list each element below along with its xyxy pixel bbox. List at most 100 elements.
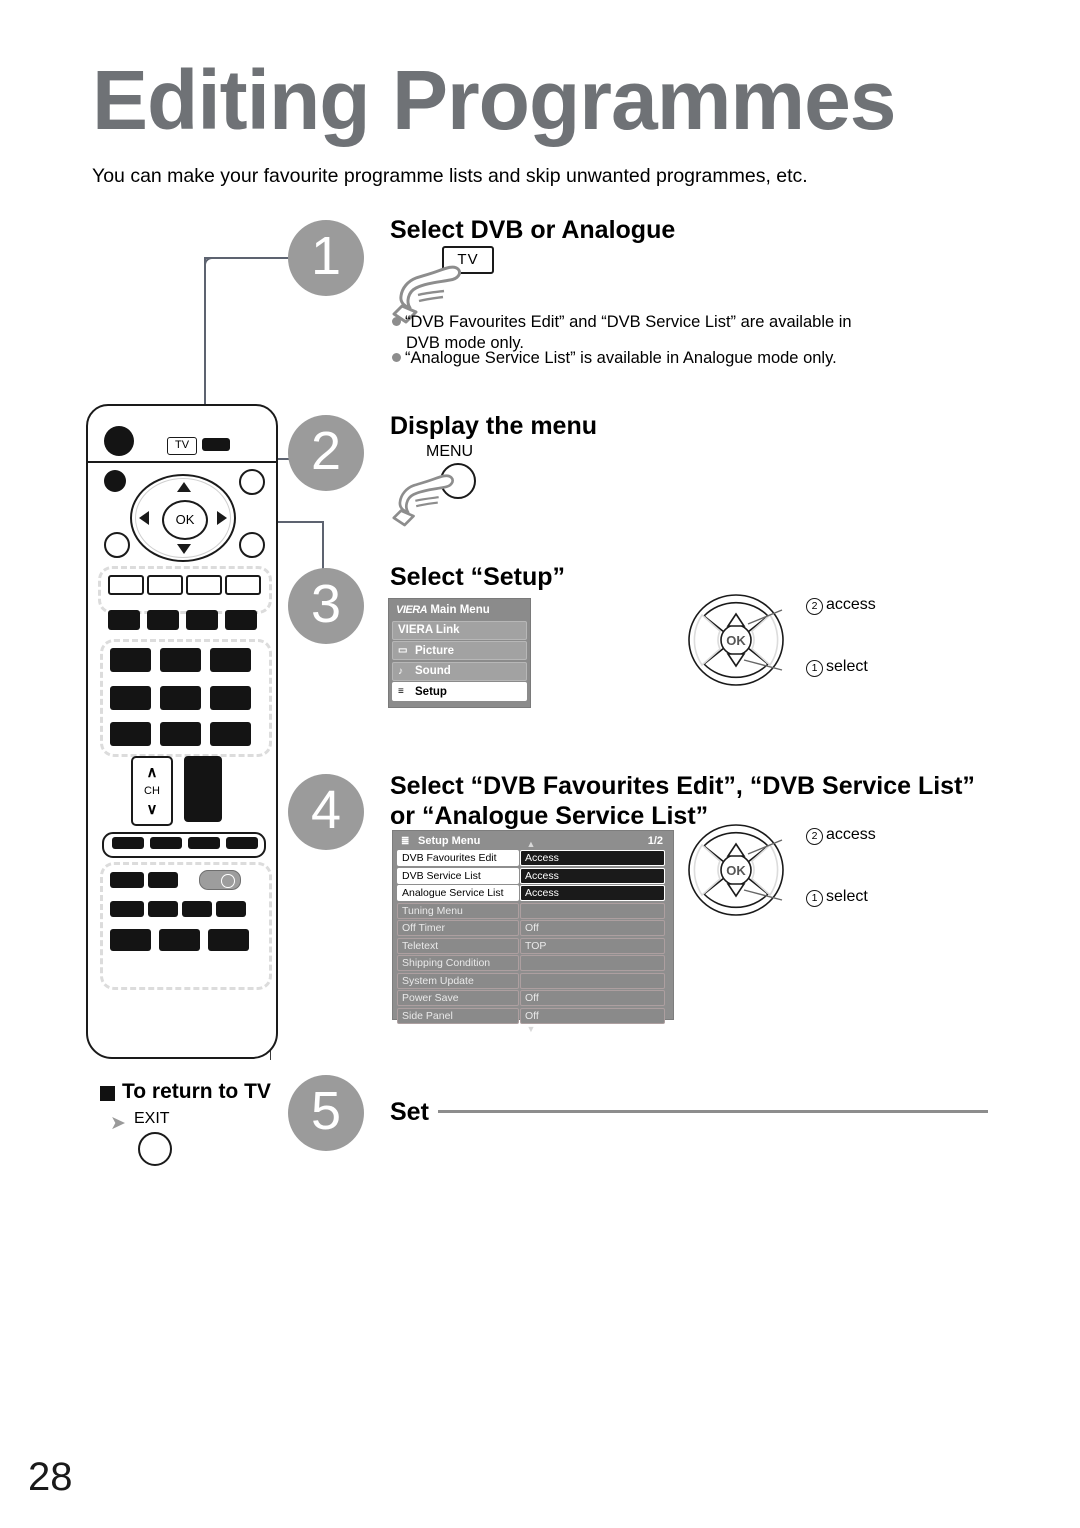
remote-number-7[interactable] xyxy=(110,722,151,746)
setup-row-value: Off xyxy=(520,990,665,1006)
remote-number-9[interactable] xyxy=(210,722,251,746)
remote-number-6[interactable] xyxy=(210,686,251,710)
remote-function-button-4[interactable] xyxy=(225,610,257,630)
remote-function-button-2[interactable] xyxy=(147,610,179,630)
svg-text:OK: OK xyxy=(726,633,746,648)
setup-menu-row-off-timer[interactable]: Off Timer Off xyxy=(397,920,665,936)
setup-menu-row-shipping-condition[interactable]: Shipping Condition xyxy=(397,955,665,971)
setup-list-icon: ≡ xyxy=(398,686,404,697)
remote-bottom-button-3[interactable] xyxy=(110,901,144,917)
setup-menu-row-tuning-menu[interactable]: Tuning Menu xyxy=(397,902,665,919)
remote-tv-button[interactable]: TV xyxy=(167,437,197,455)
remote-number-8[interactable] xyxy=(160,722,201,746)
main-menu-item-sound[interactable]: ♪ Sound xyxy=(392,661,527,681)
remote-dpad[interactable]: OK xyxy=(130,474,236,562)
connector-step1-corner xyxy=(204,257,218,271)
setup-menu-screen: ≣ Setup Menu 1/2 ▲ DVB Favourites Edit Ac… xyxy=(392,830,674,1034)
remote-colour-button-3[interactable] xyxy=(186,575,222,595)
remote-number-5[interactable] xyxy=(160,686,201,710)
remote-bottom-button-6[interactable] xyxy=(216,901,246,917)
setup-menu-row-system-update[interactable]: System Update xyxy=(397,972,665,989)
step-4-heading: Select “DVB Favourites Edit”, “DVB Servi… xyxy=(390,772,975,831)
setup-menu-page-indicator: 1/2 xyxy=(647,835,663,847)
remote-round-button-tr[interactable] xyxy=(239,469,265,495)
step-1-heading: Select DVB or Analogue xyxy=(390,216,676,244)
setup-row-value: Access xyxy=(520,850,665,866)
main-menu-item-picture[interactable]: ▭ Picture xyxy=(392,641,527,660)
setup-row-label: Teletext xyxy=(397,937,519,954)
remote-info-button[interactable] xyxy=(104,470,126,492)
dpad-diagram-step3[interactable]: OK xyxy=(686,592,786,688)
dpad-ok-button[interactable]: OK xyxy=(162,500,208,540)
dpad-up-arrow[interactable] xyxy=(177,482,191,492)
pointing-hand-icon-step2 xyxy=(392,474,454,527)
remote-toggle-switch[interactable] xyxy=(199,870,241,890)
remote-channel-pad[interactable]: ∧ CH ∨ xyxy=(131,756,173,826)
remote-function-button-3[interactable] xyxy=(186,610,218,630)
setup-menu-row-analogue-service-list[interactable]: Analogue Service List Access xyxy=(397,885,665,901)
remote-number-3[interactable] xyxy=(210,648,251,672)
bullet-dot-icon xyxy=(392,317,401,327)
setup-row-value xyxy=(520,902,665,919)
order-number-1: 1 xyxy=(806,660,823,677)
main-menu-item-viera-link[interactable]: VIERA Link xyxy=(392,620,527,640)
setup-menu-scroll-down-icon[interactable]: ▼ xyxy=(397,1025,665,1034)
dpad-diagram-step4[interactable]: OK xyxy=(686,822,786,918)
power-button[interactable] xyxy=(104,426,134,456)
remote-bottom-button-8[interactable] xyxy=(159,929,200,951)
remote-bottom-button-5[interactable] xyxy=(182,901,212,917)
setup-row-label: DVB Favourites Edit xyxy=(397,850,519,866)
remote-bottom-button-2[interactable] xyxy=(148,872,178,888)
setup-menu-title: Setup Menu xyxy=(418,835,481,847)
remote-number-1[interactable] xyxy=(110,648,151,672)
return-to-tv-heading: To return to TV xyxy=(122,1080,271,1103)
dpad-right-arrow[interactable] xyxy=(217,511,227,525)
step-3-heading: Select “Setup” xyxy=(390,563,566,591)
setup-row-label: Off Timer xyxy=(397,920,519,936)
section-bullet-square-icon xyxy=(100,1086,115,1101)
setup-menu-row-dvb-favourites-edit[interactable]: DVB Favourites Edit Access xyxy=(397,850,665,866)
main-menu-label: Picture xyxy=(415,644,454,657)
remote-number-2[interactable] xyxy=(160,648,201,672)
main-menu-item-setup[interactable]: ≡ Setup xyxy=(392,682,527,701)
remote-bar-button-1[interactable] xyxy=(112,837,144,849)
page-title: Editing Programmes xyxy=(92,53,897,147)
channel-down-icon: ∨ xyxy=(146,801,158,818)
setup-menu-row-teletext[interactable]: Teletext TOP xyxy=(397,937,665,954)
step-marker-1: 1 xyxy=(288,220,364,296)
remote-bottom-button-9[interactable] xyxy=(208,929,249,951)
setup-menu-row-side-panel[interactable]: Side Panel Off xyxy=(397,1007,665,1024)
remote-colour-button-4[interactable] xyxy=(225,575,261,595)
setup-row-value: Off xyxy=(520,1007,665,1024)
viera-main-menu-title: Main Menu xyxy=(430,604,490,616)
remote-bottom-button-1[interactable] xyxy=(110,872,144,888)
remote-round-button-br[interactable] xyxy=(239,532,265,558)
picture-icon: ▭ xyxy=(398,645,408,656)
remote-volume-pad[interactable] xyxy=(184,756,222,822)
remote-bar-button-2[interactable] xyxy=(150,837,182,849)
remote-colour-button-2[interactable] xyxy=(147,575,183,595)
remote-colour-button-1[interactable] xyxy=(108,575,144,595)
arrow-right-icon: ➤ xyxy=(110,1113,126,1134)
dpad-down-arrow[interactable] xyxy=(177,544,191,554)
remote-control-illustration: TV OK ∧ CH ∨ xyxy=(86,404,278,1059)
remote-function-button-1[interactable] xyxy=(108,610,140,630)
setup-menu-row-power-save[interactable]: Power Save Off xyxy=(397,990,665,1006)
remote-bar-button-3[interactable] xyxy=(188,837,220,849)
bullet-dot-icon xyxy=(392,353,401,363)
remote-bottom-button-4[interactable] xyxy=(148,901,178,917)
dpad-left-arrow[interactable] xyxy=(139,511,149,525)
remote-bottom-button-7[interactable] xyxy=(110,929,151,951)
setup-row-label: Shipping Condition xyxy=(397,955,519,971)
remote-number-4[interactable] xyxy=(110,686,151,710)
remote-divider-top xyxy=(86,461,278,463)
exit-key-button[interactable] xyxy=(138,1132,172,1166)
step-marker-3: 3 xyxy=(288,568,364,644)
remote-round-button-bl[interactable] xyxy=(104,532,130,558)
remote-av-button[interactable] xyxy=(202,438,230,451)
setup-menu-row-dvb-service-list[interactable]: DVB Service List Access xyxy=(397,867,665,884)
viera-logo: VIERA xyxy=(396,604,428,616)
remote-bar-button-4[interactable] xyxy=(226,837,258,849)
step-marker-4: 4 xyxy=(288,774,364,850)
channel-label: CH xyxy=(144,785,160,797)
